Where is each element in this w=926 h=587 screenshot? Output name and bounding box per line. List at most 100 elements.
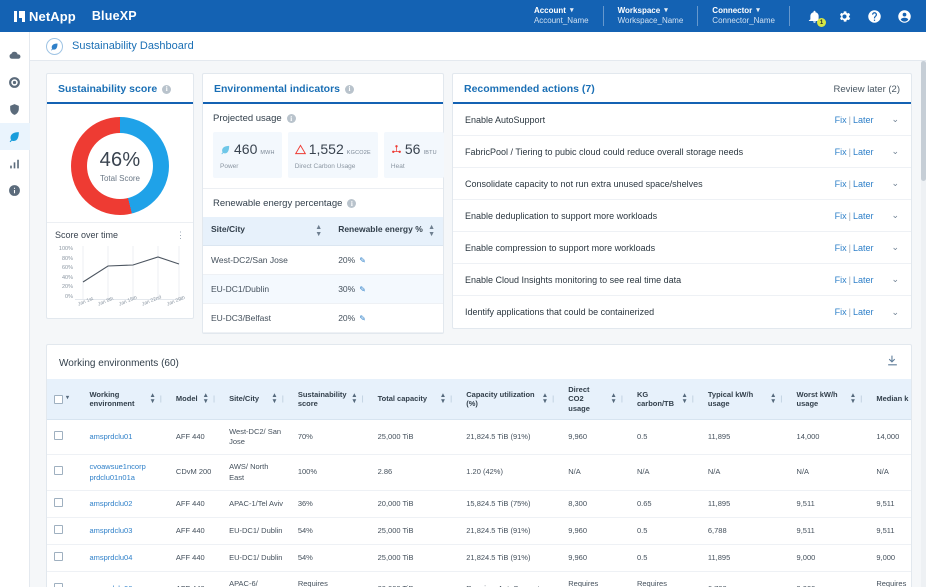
table-row[interactable]: amsprdclu01 AFF 440 West-DC2/ San Jose 7…: [47, 420, 911, 455]
sort-icon[interactable]: ▲▼: [681, 393, 687, 405]
download-icon[interactable]: [886, 354, 899, 372]
cell-row-checkbox[interactable]: [47, 455, 82, 490]
sidebar-item-storage[interactable]: [0, 42, 30, 69]
column-header-median-kwh-usage[interactable]: Median k: [869, 379, 911, 420]
cell-working-environment[interactable]: amsprdclu03: [82, 517, 168, 544]
sort-icon[interactable]: ▲▼: [610, 393, 616, 405]
fix-link[interactable]: Fix: [835, 211, 847, 221]
fix-link[interactable]: Fix: [835, 147, 847, 157]
gear-icon[interactable]: [836, 8, 852, 24]
page-vertical-scrollbar[interactable]: [921, 61, 926, 587]
chevron-down-icon[interactable]: ⌄: [891, 178, 899, 189]
sidebar-item-protection[interactable]: [0, 96, 30, 123]
review-later-tab[interactable]: Review later (2): [833, 84, 900, 95]
sort-icon[interactable]: ▲▼: [203, 393, 209, 405]
cell-row-checkbox[interactable]: [47, 572, 82, 587]
column-header-typical-kwh-usage[interactable]: Typical kW/h usage▲▼|: [701, 379, 790, 420]
sort-icon[interactable]: ▲▼: [850, 393, 856, 405]
table-row[interactable]: amsprdclu03 AFF 440 EU-DC1/ Dublin 54% 2…: [47, 517, 911, 544]
sort-icon[interactable]: ▲▼: [542, 393, 548, 405]
sort-icon[interactable]: ▲▼: [770, 393, 776, 405]
later-link[interactable]: Later: [853, 243, 874, 253]
sort-icon[interactable]: ▲▼: [440, 393, 446, 405]
column-header-site-city[interactable]: Site/City▲▼|: [222, 379, 291, 420]
later-link[interactable]: Later: [853, 275, 874, 285]
info-icon[interactable]: i: [345, 85, 354, 94]
row-checkbox[interactable]: [54, 525, 63, 534]
info-icon[interactable]: i: [162, 85, 171, 94]
sort-icon[interactable]: ▲▼: [315, 224, 322, 238]
later-link[interactable]: Later: [853, 179, 874, 189]
row-checkbox[interactable]: [54, 552, 63, 561]
later-link[interactable]: Later: [853, 147, 874, 157]
column-header-direct-co2-usage[interactable]: Direct CO2 usage▲▼|: [561, 379, 630, 420]
cell-working-environment[interactable]: cvoawsue1ncorp prdclu01n01a: [82, 455, 168, 490]
account-selector[interactable]: Account▾ Account_Name: [520, 6, 603, 26]
sort-icon[interactable]: ▲▼: [271, 393, 277, 405]
sort-icon[interactable]: ▲▼: [428, 224, 435, 238]
kebab-menu-icon[interactable]: ⋮: [176, 232, 185, 238]
column-header-model[interactable]: Model▲▼|: [169, 379, 222, 420]
table-row[interactable]: cvoawsue1ncorp prdclu01n01a CDvM 200 AWS…: [47, 455, 911, 490]
column-header-total-capacity[interactable]: Total capacity▲▼|: [371, 379, 460, 420]
sort-icon[interactable]: ▲▼: [351, 393, 357, 405]
column-header-kg-carbon-per-tb[interactable]: KG carbon/TB▲▼|: [630, 379, 701, 420]
column-header-working-environment[interactable]: Working environment▲▼|: [82, 379, 168, 420]
chevron-down-icon[interactable]: ⌄: [891, 274, 899, 285]
later-link[interactable]: Later: [853, 307, 874, 317]
info-icon[interactable]: i: [347, 199, 356, 208]
sidebar-item-sustainability[interactable]: [0, 123, 30, 150]
later-link[interactable]: Later: [853, 115, 874, 125]
column-header-renewable-pct[interactable]: Renewable energy % ▲▼: [330, 217, 443, 246]
sort-icon[interactable]: ▲▼: [149, 393, 155, 405]
fix-link[interactable]: Fix: [835, 243, 847, 253]
sidebar-item-health[interactable]: [0, 69, 30, 96]
cell-working-environment[interactable]: amsprdclu04: [82, 544, 168, 571]
chevron-down-icon[interactable]: ⌄: [891, 146, 899, 157]
chevron-down-icon[interactable]: ⌄: [891, 210, 899, 221]
row-checkbox[interactable]: [54, 583, 63, 587]
working-environments-table-scroll[interactable]: ▾ Working environment▲▼| Model▲▼| Site/C…: [47, 379, 911, 587]
chevron-down-icon[interactable]: ⌄: [891, 307, 899, 318]
table-row[interactable]: amsprdclu04 AFF 440 EU-DC1/ Dublin 54% 2…: [47, 544, 911, 571]
info-icon[interactable]: i: [287, 114, 296, 123]
chevron-down-icon[interactable]: ⌄: [891, 114, 899, 125]
fix-link[interactable]: Fix: [835, 275, 847, 285]
column-header-worst-kwh-usage[interactable]: Worst kW/h usage▲▼|: [790, 379, 870, 420]
cell-working-environment[interactable]: amsprdclu02: [82, 490, 168, 517]
cell-row-checkbox[interactable]: [47, 544, 82, 571]
column-header-sustainability-score[interactable]: Sustainability score▲▼|: [291, 379, 371, 420]
user-account-icon[interactable]: [896, 8, 912, 24]
cell-row-checkbox[interactable]: [47, 420, 82, 455]
edit-pencil-icon[interactable]: ✎: [359, 256, 366, 265]
chevron-down-icon[interactable]: ▾: [66, 395, 69, 403]
column-header-select-all[interactable]: ▾: [47, 379, 82, 420]
workspace-selector[interactable]: Workspace▾ Workspace_Name: [604, 6, 698, 26]
brand-logo[interactable]: NetApp BlueXP: [14, 9, 137, 24]
sidebar-item-info[interactable]: [0, 177, 30, 204]
column-header-site-city[interactable]: Site/City ▲▼: [203, 217, 330, 246]
cell-working-environment[interactable]: amsprdclu06: [82, 572, 168, 587]
row-checkbox[interactable]: [54, 498, 63, 507]
connector-selector[interactable]: Connector▾ Connector_Name: [698, 6, 789, 26]
select-all-checkbox[interactable]: [54, 395, 63, 404]
scrollbar-thumb[interactable]: [921, 61, 926, 181]
cell-row-checkbox[interactable]: [47, 517, 82, 544]
cell-working-environment[interactable]: amsprdclu01: [82, 420, 168, 455]
edit-pencil-icon[interactable]: ✎: [359, 314, 366, 323]
row-checkbox[interactable]: [54, 466, 63, 475]
edit-pencil-icon[interactable]: ✎: [359, 285, 366, 294]
sidebar-item-analytics[interactable]: [0, 150, 30, 177]
fix-link[interactable]: Fix: [835, 307, 847, 317]
table-row[interactable]: amsprdclu02 AFF 440 APAC-1/Tel Aviv 36% …: [47, 490, 911, 517]
later-link[interactable]: Later: [853, 211, 874, 221]
chevron-down-icon[interactable]: ⌄: [891, 242, 899, 253]
row-checkbox[interactable]: [54, 431, 63, 440]
notifications-bell-icon[interactable]: 1: [806, 8, 822, 24]
fix-link[interactable]: Fix: [835, 179, 847, 189]
table-row[interactable]: amsprdclu06 AFF 440 APAC-6/ Singapore Re…: [47, 572, 911, 587]
column-header-capacity-utilization[interactable]: Capacity utilization (%)▲▼|: [459, 379, 561, 420]
cell-row-checkbox[interactable]: [47, 490, 82, 517]
fix-link[interactable]: Fix: [835, 115, 847, 125]
help-icon[interactable]: [866, 8, 882, 24]
